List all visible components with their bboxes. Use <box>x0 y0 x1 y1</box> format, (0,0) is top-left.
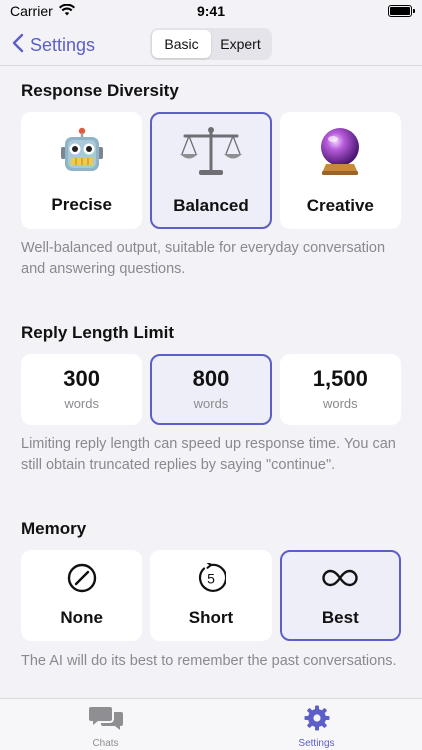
tab-label: Settings <box>298 738 335 749</box>
tab-chats[interactable]: Chats <box>0 699 211 750</box>
reply-length-unit: words <box>322 396 358 411</box>
status-bar: Carrier 9:41 <box>0 0 422 22</box>
prohibited-circle-icon <box>67 563 97 598</box>
chat-bubbles-icon <box>88 705 123 736</box>
memory-option-label: Short <box>188 608 234 627</box>
memory-option-label: None <box>60 608 103 627</box>
diversity-option-label: Balanced <box>173 195 249 215</box>
memory-option-best[interactable]: Best <box>279 550 401 641</box>
diversity-option-balanced[interactable]: Balanced <box>150 112 272 229</box>
tab-settings[interactable]: Settings <box>211 699 422 750</box>
memory-description: The AI will do its best to remember the … <box>21 653 397 669</box>
memory-title: Memory <box>21 519 87 538</box>
battery-icon <box>388 5 415 17</box>
countdown-number: 5 <box>207 571 215 587</box>
reply-length-title: Reply Length Limit <box>21 323 174 342</box>
reply-length-options: 300 words 800 words 1,500 words <box>21 354 401 425</box>
reply-length-unit: words <box>64 396 99 411</box>
wifi-icon <box>58 3 75 19</box>
reply-length-option-800[interactable]: 800 words <box>150 354 272 425</box>
segment-expert[interactable]: Expert <box>211 30 270 58</box>
reply-length-option-300[interactable]: 300 words <box>21 354 143 425</box>
diversity-option-creative[interactable]: Creative <box>279 112 401 229</box>
response-diversity-title: Response Diversity <box>21 81 179 100</box>
memory-option-short[interactable]: 5 Short <box>150 550 272 641</box>
chevron-left-icon <box>12 33 24 58</box>
carrier-label: Carrier <box>10 3 53 19</box>
navigation-bar: Settings Basic Expert <box>0 24 422 66</box>
scales-icon <box>179 126 243 184</box>
reply-length-value: 1,500 <box>312 366 368 391</box>
crystal-ball-icon <box>318 126 362 184</box>
infinity-icon <box>321 563 359 598</box>
diversity-option-label: Precise <box>51 194 112 214</box>
diversity-option-label: Creative <box>306 195 374 215</box>
memory-options: None 5 Short Best <box>21 550 401 641</box>
reply-length-value: 800 <box>192 366 230 391</box>
reply-length-option-1500[interactable]: 1,500 words <box>279 354 401 425</box>
response-diversity-description: Well-balanced output, suitable for every… <box>21 240 386 277</box>
tab-bar: Chats Settings <box>0 698 422 750</box>
reply-length-unit: words <box>193 396 229 411</box>
memory-option-label: Best <box>321 608 359 627</box>
mode-segmented-control: Basic Expert <box>150 28 272 60</box>
segment-basic[interactable]: Basic <box>152 30 211 58</box>
status-left: Carrier <box>10 3 75 19</box>
countdown-5-icon: 5 <box>196 561 228 598</box>
reply-length-description: Limiting reply length can speed up respo… <box>21 436 396 473</box>
response-diversity-options: Precise Balanced Creative <box>21 112 401 229</box>
gear-icon <box>304 705 330 736</box>
tab-label: Chats <box>92 738 119 749</box>
robot-icon <box>59 127 105 183</box>
back-button[interactable]: Settings <box>12 32 95 58</box>
back-button-label: Settings <box>30 34 96 55</box>
reply-length-value: 300 <box>63 366 101 391</box>
memory-option-none[interactable]: None <box>21 550 143 641</box>
diversity-option-precise[interactable]: Precise <box>21 112 143 229</box>
